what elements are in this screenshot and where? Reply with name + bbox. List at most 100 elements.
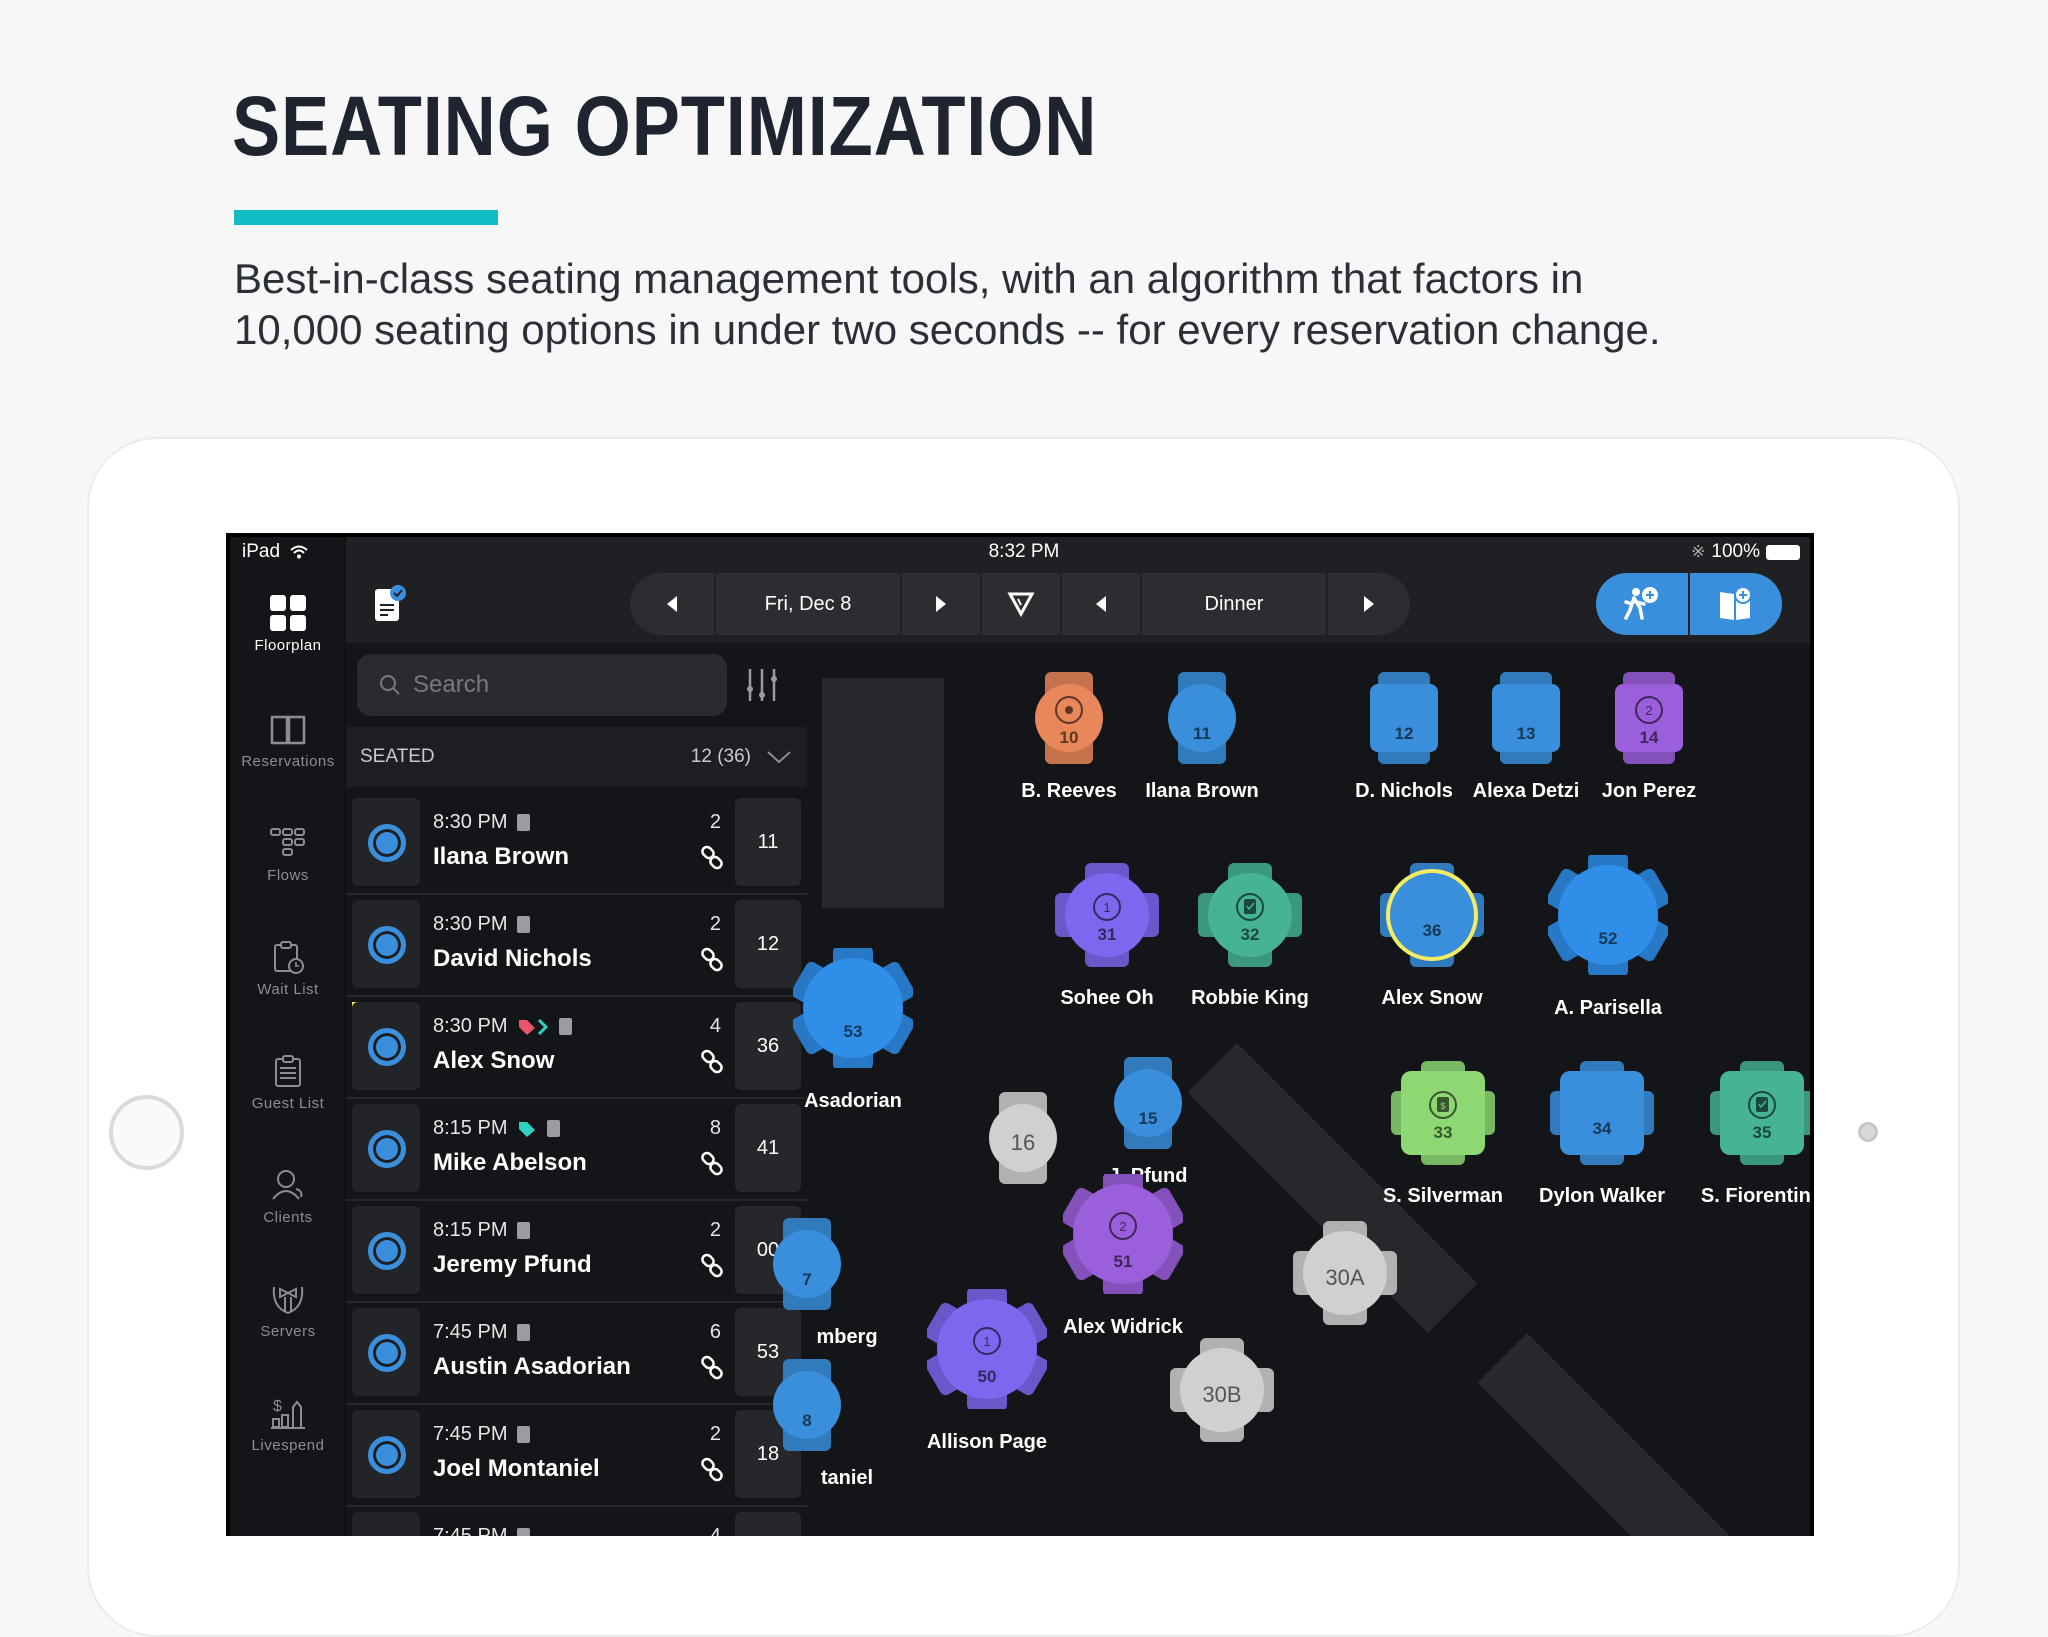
floor-table[interactable]: 1 50 xyxy=(925,1287,1049,1411)
note-icon xyxy=(517,1222,531,1240)
link-icon xyxy=(701,845,723,870)
notes-check-icon[interactable] xyxy=(374,585,408,625)
floor-table[interactable]: 7 xyxy=(747,1204,867,1324)
table-shape xyxy=(1550,1061,1654,1165)
sidebar-item-reservations[interactable]: Reservations xyxy=(230,709,346,770)
table-number: 10 xyxy=(1059,728,1079,747)
table-number: 30A xyxy=(1325,1265,1365,1290)
prev-date-button[interactable] xyxy=(630,573,714,635)
floor-table[interactable]: 35 xyxy=(1702,1053,1810,1173)
floor-table[interactable]: 53 xyxy=(791,946,915,1070)
floor-table[interactable]: 15 xyxy=(1088,1043,1208,1163)
status-button[interactable] xyxy=(352,1104,420,1192)
sidebar-item-guest-list[interactable]: Guest List xyxy=(230,1051,346,1112)
seated-status-icon xyxy=(368,1334,406,1372)
status-button[interactable] xyxy=(352,900,420,988)
reservation-row[interactable]: 7:45 PM Austin Asadorian 6 53 xyxy=(346,1303,807,1405)
prev-shift-button[interactable] xyxy=(1060,573,1140,635)
floor-table[interactable]: 11 xyxy=(1142,658,1262,778)
note-icon xyxy=(517,1324,531,1342)
reservation-row[interactable]: 8:30 PM David Nichols 2 12 xyxy=(346,895,807,997)
status-button[interactable] xyxy=(352,798,420,886)
party-size: 4 xyxy=(709,1015,721,1037)
floor-table[interactable]: 2 14 xyxy=(1589,658,1709,778)
sidebar-item-servers[interactable]: Servers xyxy=(230,1279,346,1340)
table-number: 8 xyxy=(802,1411,812,1430)
add-walk-in-button[interactable] xyxy=(1596,573,1688,635)
floor-table[interactable]: 13 xyxy=(1466,658,1586,778)
svg-text:$: $ xyxy=(273,1398,282,1415)
reservation-time: 7:45 PM xyxy=(433,1321,531,1344)
floor-table[interactable]: 30B xyxy=(1162,1330,1282,1450)
sidebar-item-floorplan[interactable]: Floorplan xyxy=(230,593,346,654)
status-button[interactable] xyxy=(352,1308,420,1396)
sidebar-label: Floorplan xyxy=(254,637,322,654)
logo-button[interactable] xyxy=(980,573,1060,635)
clipboard-clock-icon xyxy=(274,941,304,974)
note-icon xyxy=(517,814,531,832)
sidebar-item-clients[interactable]: Clients xyxy=(230,1165,346,1226)
table-shape xyxy=(1546,853,1670,977)
status-button[interactable] xyxy=(352,1206,420,1294)
seated-section-header[interactable]: SEATED 12 (36) xyxy=(346,727,807,787)
floor-table[interactable]: 36 xyxy=(1372,855,1492,975)
table-number: 34 xyxy=(1592,1119,1612,1138)
sidebar-item-flows[interactable]: Flows xyxy=(230,823,346,884)
table-guest-name: Ilana Brown xyxy=(1145,780,1259,802)
status-button[interactable] xyxy=(352,1002,420,1090)
guest-name: Jeremy Pfund xyxy=(433,1251,592,1278)
table-number: 14 xyxy=(1639,728,1659,747)
search-input[interactable]: Search xyxy=(357,654,727,716)
table-guest-name: Allison Page xyxy=(926,1431,1048,1453)
floor-table[interactable]: 8 xyxy=(747,1345,867,1465)
table-number: 36 xyxy=(1422,921,1442,940)
reservation-row[interactable]: 8:30 PM Ilana Brown 2 11 xyxy=(346,793,807,895)
clipboard-list-icon xyxy=(275,1055,301,1087)
floor-table[interactable]: $33 xyxy=(1383,1053,1503,1173)
time-text: 7:45 PM xyxy=(433,1321,508,1343)
sidebar-item-livespend[interactable]: $ Livespend xyxy=(230,1393,346,1454)
table-guest-name: Sohee Oh xyxy=(1060,987,1154,1009)
table-shape xyxy=(773,1218,841,1310)
date-selector[interactable]: Fri, Dec 8 xyxy=(714,573,900,635)
search-placeholder: Search xyxy=(413,671,490,698)
table-number-button[interactable]: 11 xyxy=(735,798,801,886)
next-shift-button[interactable] xyxy=(1326,573,1410,635)
device-label: iPad xyxy=(242,541,281,562)
add-reservation-button[interactable] xyxy=(1690,573,1782,635)
home-button[interactable] xyxy=(109,1095,184,1170)
floor-table[interactable]: 1 31 xyxy=(1047,855,1167,975)
table-guest-name: D. Nichols xyxy=(1355,780,1453,802)
sidebar-item-wait-list[interactable]: Wait List xyxy=(230,937,346,998)
reservation-time: 8:30 PM xyxy=(433,913,531,936)
floor-table[interactable]: 32 xyxy=(1190,855,1310,975)
reservation-row[interactable]: 7:45 PM 4 xyxy=(346,1507,807,1536)
guest-name: Mike Abelson xyxy=(433,1149,587,1176)
next-date-button[interactable] xyxy=(900,573,980,635)
table-number: 13 xyxy=(1516,724,1536,743)
party-size: 6 xyxy=(709,1321,721,1343)
reservation-row[interactable]: 8:30 PM Alex Snow 4 36 xyxy=(346,997,807,1099)
floor-table[interactable]: 34 xyxy=(1542,1053,1662,1173)
filter-sliders-icon[interactable] xyxy=(744,665,780,705)
shift-selector[interactable]: Dinner xyxy=(1140,573,1326,635)
table-number-button[interactable]: 36 xyxy=(735,1002,801,1090)
guest-name: David Nichols xyxy=(433,945,592,972)
table-number-button[interactable]: 12 xyxy=(735,900,801,988)
floor-table[interactable]: 52 xyxy=(1546,853,1670,977)
floor-table[interactable]: 2 51 xyxy=(1061,1172,1185,1296)
floor-table[interactable]: 10 xyxy=(1009,658,1129,778)
reservation-time: 8:30 PM xyxy=(433,1015,573,1038)
status-button[interactable] xyxy=(352,1410,420,1498)
table-number-button[interactable] xyxy=(735,1512,801,1536)
reservation-row[interactable]: 8:15 PM Jeremy Pfund 2 00 xyxy=(346,1201,807,1303)
floor-table[interactable]: 30A xyxy=(1285,1213,1405,1333)
seated-status-icon xyxy=(368,1028,406,1066)
table-number-button[interactable]: 41 xyxy=(735,1104,801,1192)
seated-status-icon xyxy=(368,926,406,964)
reservation-row[interactable]: 8:15 PM Mike Abelson 8 41 xyxy=(346,1099,807,1201)
floor-table[interactable]: 12 xyxy=(1344,658,1464,778)
reservation-row[interactable]: 7:45 PM Joel Montaniel 2 18 xyxy=(346,1405,807,1507)
guest-name: Joel Montaniel xyxy=(433,1455,600,1482)
status-button[interactable] xyxy=(352,1512,420,1536)
